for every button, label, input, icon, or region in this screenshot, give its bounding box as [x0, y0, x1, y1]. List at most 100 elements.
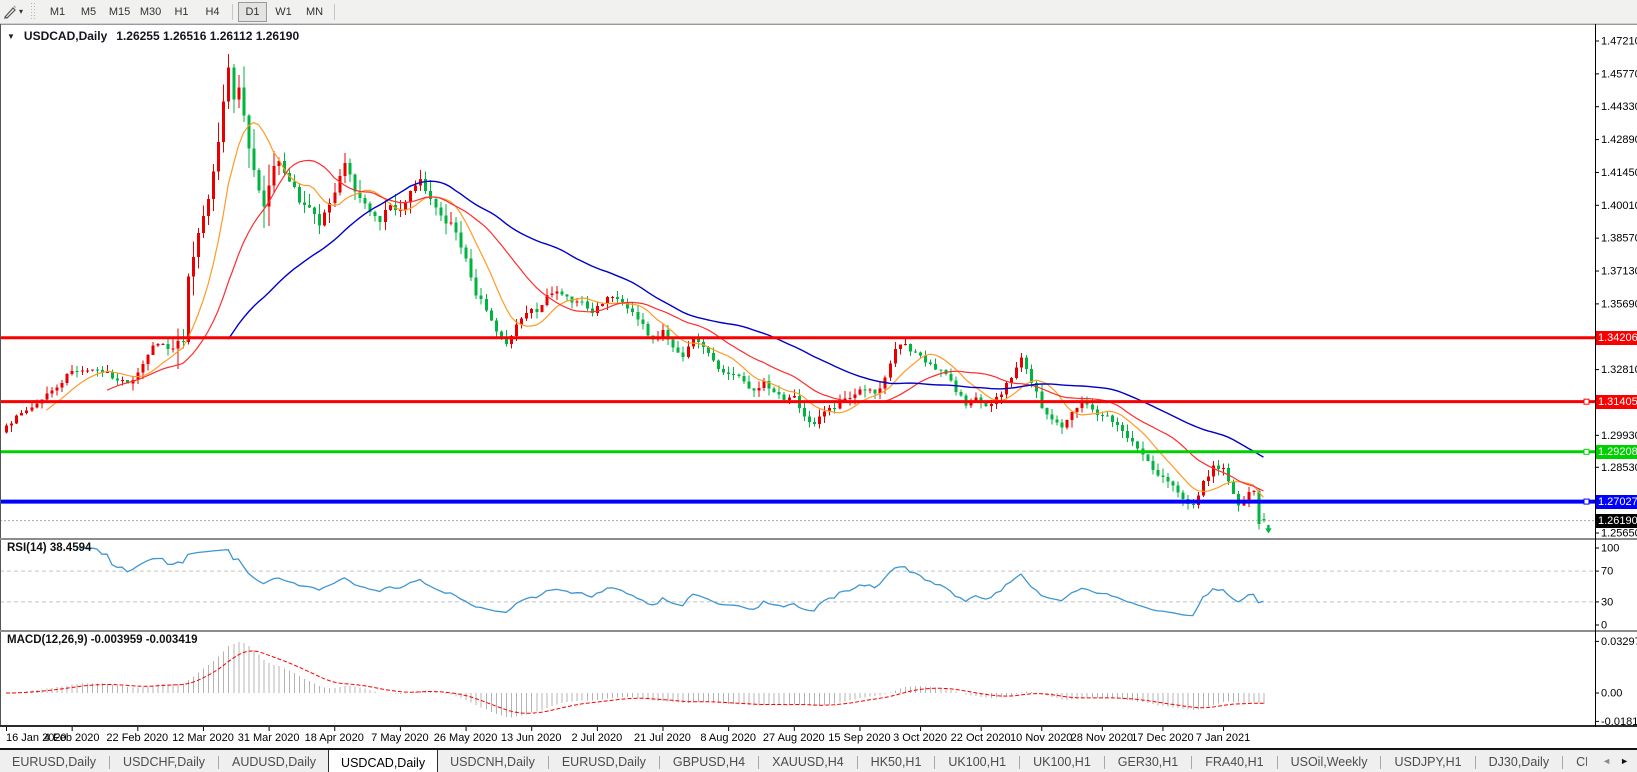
tab-separator [548, 756, 549, 769]
tab-separator [857, 756, 858, 769]
tab-separator [1191, 756, 1192, 769]
price-tick-label: 1.37130 [1601, 266, 1637, 278]
date-tick-label: 22 Oct 2020 [951, 732, 1011, 744]
date-tick-label: 7 May 2020 [371, 732, 428, 744]
price-line-badge-1.34206[interactable]: 1.34206 [1596, 331, 1637, 345]
price-tick-label: 1.28530 [1601, 462, 1637, 474]
date-tick-label: 28 Nov 2020 [1071, 732, 1133, 744]
timeframe-button-d1[interactable]: D1 [238, 2, 267, 22]
collapse-caret-icon[interactable]: ▼ [7, 32, 15, 41]
symbol-tab-eurusd-daily[interactable]: EURUSD,Daily [550, 750, 658, 772]
tab-separator [934, 756, 935, 769]
price-tick-label: 1.47210 [1601, 36, 1637, 48]
symbol-tab-gbpusd-h4[interactable]: GBPUSD,H4 [661, 750, 757, 772]
date-scale[interactable]: 16 Jan 20204 Feb 202022 Feb 202012 Mar 2… [6, 727, 1250, 744]
toolbar-grip[interactable] [31, 3, 36, 20]
symbol-tab-dj30-daily[interactable]: DJ30,Daily [1477, 750, 1561, 772]
price-scale[interactable]: 1.472101.457701.443301.428901.414501.400… [1595, 36, 1637, 728]
macd-tick-label: 0.032972 [1601, 636, 1637, 648]
chart-title: ▼ USDCAD,Daily 1.26255 1.26516 1.26112 1… [7, 29, 299, 43]
rsi-indicator-label: RSI(14) 38.4594 [7, 542, 91, 554]
macd-tick-label: -0.018154 [1601, 716, 1637, 728]
symbol-tab-fra40-h1[interactable]: FRA40,H1 [1193, 750, 1275, 772]
tab-separator [659, 756, 660, 769]
date-tick-label: 12 Mar 2020 [172, 732, 234, 744]
line-handle[interactable] [1584, 449, 1589, 454]
timeframe-buttons: M1M5M15M30H1H4 D1W1MN [42, 0, 339, 23]
drawing-tool-icon[interactable] [2, 4, 18, 20]
tab-separator [758, 756, 759, 769]
symbol-tab-hk50-h1[interactable]: HK50,H1 [859, 750, 934, 772]
candles-layer [5, 54, 1265, 530]
symbol-tab-uk100-h1[interactable]: UK100,H1 [1021, 750, 1103, 772]
tab-separator [1380, 756, 1381, 769]
chart-symbol-period: USDCAD,Daily [24, 29, 107, 43]
price-tick-label: 1.42890 [1601, 134, 1637, 146]
toolbar-separator [232, 4, 233, 20]
symbol-tab-usoil-weekly[interactable]: USOil,Weekly [1279, 750, 1380, 772]
chart-window: 1.472101.457701.443301.428901.414501.400… [0, 24, 1637, 746]
rsi-tick-label: 100 [1601, 543, 1619, 555]
symbol-tab-usdcad-daily[interactable]: USDCAD,Daily [328, 748, 438, 772]
line-handle[interactable] [1584, 399, 1589, 404]
tab-separator [1277, 756, 1278, 769]
price-line-badge-1.27027[interactable]: 1.27027 [1596, 495, 1637, 509]
timeframe-button-m30[interactable]: M30 [136, 2, 165, 22]
symbol-tab-usdjpy-h1[interactable]: USDJPY,H1 [1382, 750, 1473, 772]
date-tick-label: 4 Feb 2020 [44, 732, 100, 744]
tab-separator [1104, 756, 1105, 769]
date-tick-label: 18 Apr 2020 [305, 732, 364, 744]
timeframe-button-h4[interactable]: H4 [198, 2, 227, 22]
current-price-badge[interactable]: 1.26190 [1596, 514, 1637, 528]
macd-panel[interactable] [6, 642, 1264, 717]
price-tick-label: 1.32810 [1601, 364, 1637, 376]
timeframe-button-m1[interactable]: M1 [43, 2, 72, 22]
price-tick-label: 1.44330 [1601, 101, 1637, 113]
price-line-badge-1.31405[interactable]: 1.31405 [1596, 395, 1637, 409]
symbol-tab-uk100-h1[interactable]: UK100,H1 [936, 750, 1018, 772]
price-chart-canvas[interactable]: 1.472101.457701.443301.428901.414501.400… [0, 24, 1637, 746]
date-tick-label: 17 Dec 2020 [1131, 732, 1193, 744]
macd-tick-label: 0.00 [1601, 688, 1622, 700]
main-price-panel[interactable] [0, 54, 1595, 534]
rsi-panel[interactable] [0, 548, 1595, 616]
date-tick-label: 21 Jul 2020 [634, 732, 691, 744]
price-tick-label: 1.25650 [1601, 528, 1637, 540]
macd-indicator-label: MACD(12,26,9) -0.003959 -0.003419 [7, 634, 198, 646]
symbol-tab-usdchf-daily[interactable]: USDCHF,Daily [111, 750, 217, 772]
rsi-line [77, 548, 1264, 616]
date-tick-label: 26 May 2020 [434, 732, 498, 744]
date-tick-label: 31 Mar 2020 [238, 732, 300, 744]
toolbar: ▾ M1M5M15M30H1H4 D1W1MN [0, 0, 1637, 24]
arrow-down-marker-icon[interactable] [1265, 525, 1271, 534]
price-line-badge-1.29208[interactable]: 1.29208 [1596, 445, 1637, 459]
ma-line-21[interactable] [107, 160, 1263, 491]
dropdown-caret-icon[interactable]: ▾ [19, 7, 23, 16]
toolbar-separator [334, 4, 335, 20]
rsi-tick-label: 30 [1601, 596, 1613, 608]
symbol-tab-ger30-h1[interactable]: GER30,H1 [1106, 750, 1190, 772]
price-tick-label: 1.29930 [1601, 430, 1637, 442]
timeframe-button-mn[interactable]: MN [300, 2, 329, 22]
symbol-tab-audusd-daily[interactable]: AUDUSD,Daily [220, 750, 328, 772]
symbol-tab-usdcnh-daily[interactable]: USDCNH,Daily [438, 750, 547, 772]
timeframe-button-m5[interactable]: M5 [74, 2, 103, 22]
tab-separator [1562, 756, 1563, 769]
symbol-tab-xauusd-h4[interactable]: XAUUSD,H4 [760, 750, 856, 772]
tab-scroll-right-icon[interactable]: ► [1620, 750, 1629, 772]
ma-line-9[interactable] [46, 123, 1263, 498]
rsi-tick-label: 70 [1601, 566, 1613, 578]
tab-scroll-left-icon[interactable]: ◄ [1602, 750, 1611, 772]
line-handle[interactable] [1584, 499, 1589, 504]
chart-ohlc-readout: 1.26255 1.26516 1.26112 1.26190 [116, 29, 299, 43]
date-tick-label: 27 Aug 2020 [763, 732, 825, 744]
date-tick-label: 2 Jul 2020 [571, 732, 622, 744]
timeframe-button-m15[interactable]: M15 [105, 2, 134, 22]
tab-separator [109, 756, 110, 769]
timeframe-button-h1[interactable]: H1 [167, 2, 196, 22]
macd-signal-line [6, 651, 1263, 713]
timeframe-button-w1[interactable]: W1 [269, 2, 298, 22]
tab-separator [218, 756, 219, 769]
tab-scroll-controls: ◄ ► [1587, 750, 1637, 772]
symbol-tab-eurusd-daily[interactable]: EURUSD,Daily [0, 750, 108, 772]
